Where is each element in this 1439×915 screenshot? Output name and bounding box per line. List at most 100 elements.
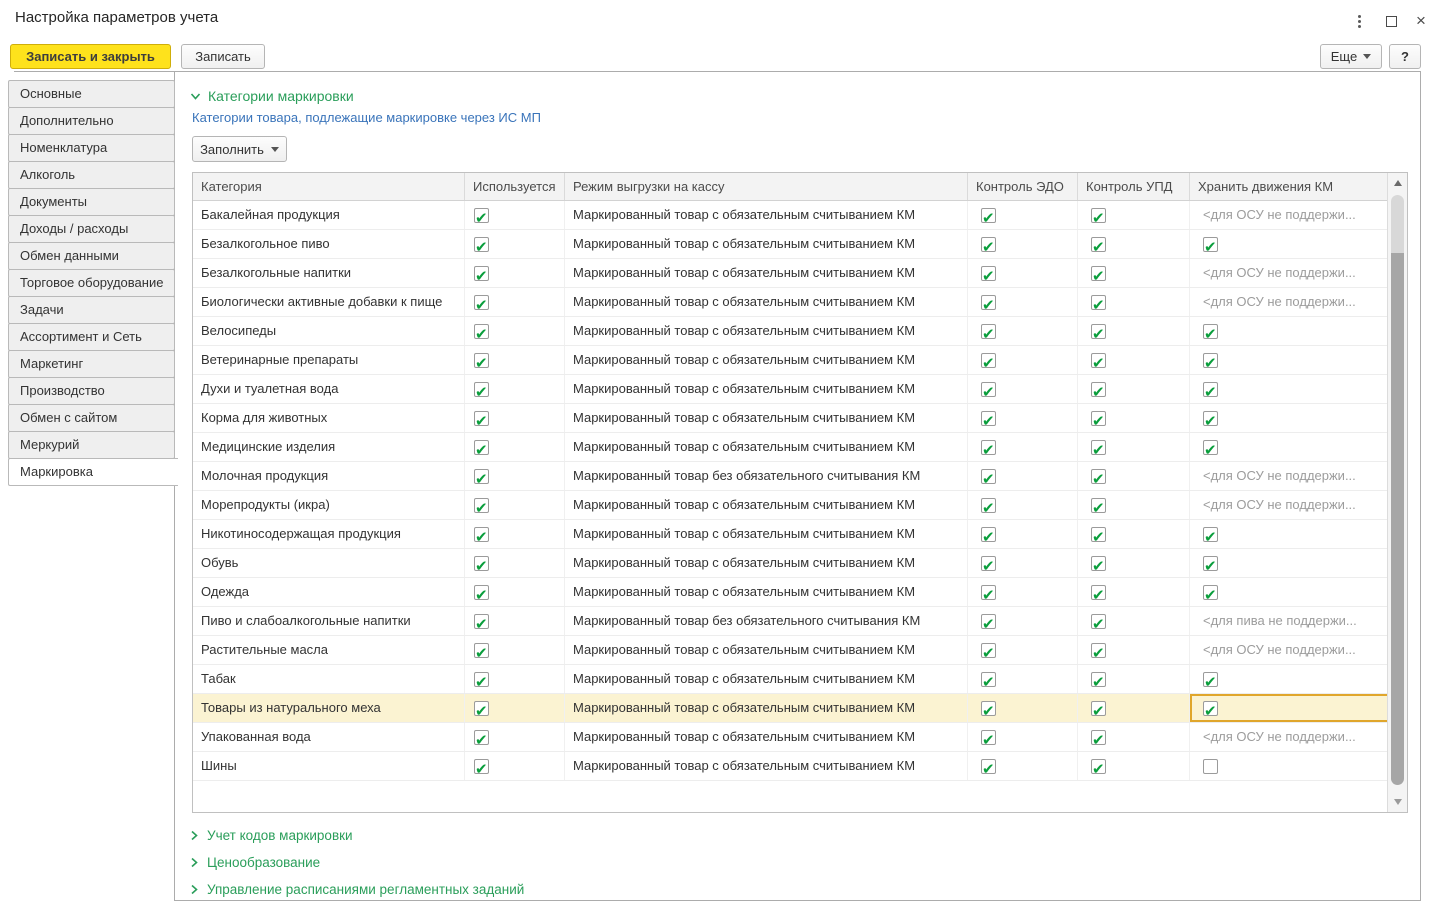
column-header-3[interactable]: Контроль ЭДО: [968, 173, 1078, 200]
cell-used[interactable]: [465, 288, 565, 316]
used-checkbox[interactable]: [474, 353, 489, 368]
cell-category[interactable]: Бакалейная продукция: [193, 201, 465, 229]
cell-upd-control[interactable]: [1078, 578, 1190, 606]
cell-store-km-movements[interactable]: <для ОСУ не поддержи...: [1190, 491, 1407, 519]
cell-used[interactable]: [465, 433, 565, 461]
cell-edo-control[interactable]: [968, 346, 1078, 374]
edo-checkbox[interactable]: [981, 440, 996, 455]
cell-upd-control[interactable]: [1078, 636, 1190, 664]
cell-upd-control[interactable]: [1078, 433, 1190, 461]
cell-upd-control[interactable]: [1078, 694, 1190, 722]
section-header-marking-categories[interactable]: Категории маркировки: [190, 88, 354, 104]
cell-cash-mode[interactable]: Маркированный товар с обязательным считы…: [565, 288, 968, 316]
cell-store-km-movements[interactable]: <для ОСУ не поддержи...: [1190, 462, 1407, 490]
cell-used[interactable]: [465, 723, 565, 751]
cell-store-km-movements[interactable]: <для ОСУ не поддержи...: [1190, 288, 1407, 316]
cell-upd-control[interactable]: [1078, 230, 1190, 258]
cell-category[interactable]: Медицинские изделия: [193, 433, 465, 461]
cell-category[interactable]: Обувь: [193, 549, 465, 577]
section-header-schedules[interactable]: Управление расписаниями регламентных зад…: [190, 876, 524, 902]
cell-upd-control[interactable]: [1078, 317, 1190, 345]
vertical-scrollbar[interactable]: [1387, 173, 1407, 812]
section-header-pricing[interactable]: Ценообразование: [190, 849, 320, 875]
column-header-1[interactable]: Используется: [465, 173, 565, 200]
used-checkbox[interactable]: [474, 672, 489, 687]
scroll-down-icon[interactable]: [1388, 795, 1407, 809]
cell-upd-control[interactable]: [1078, 607, 1190, 635]
cell-category[interactable]: Одежда: [193, 578, 465, 606]
used-checkbox[interactable]: [474, 701, 489, 716]
used-checkbox[interactable]: [474, 208, 489, 223]
cell-used[interactable]: [465, 549, 565, 577]
cell-store-km-movements[interactable]: [1190, 520, 1407, 548]
cell-used[interactable]: [465, 578, 565, 606]
cell-edo-control[interactable]: [968, 549, 1078, 577]
used-checkbox[interactable]: [474, 527, 489, 542]
column-header-5[interactable]: Хранить движения КМ: [1190, 173, 1407, 200]
cell-used[interactable]: [465, 752, 565, 780]
km-checkbox[interactable]: [1203, 759, 1218, 774]
upd-checkbox[interactable]: [1091, 237, 1106, 252]
cell-category[interactable]: Шины: [193, 752, 465, 780]
cell-category[interactable]: Табак: [193, 665, 465, 693]
upd-checkbox[interactable]: [1091, 382, 1106, 397]
edo-checkbox[interactable]: [981, 730, 996, 745]
cell-cash-mode[interactable]: Маркированный товар с обязательным считы…: [565, 723, 968, 751]
edo-checkbox[interactable]: [981, 498, 996, 513]
cell-category[interactable]: Духи и туалетная вода: [193, 375, 465, 403]
sidebar-tab-14[interactable]: Маркировка: [8, 458, 178, 486]
used-checkbox[interactable]: [474, 556, 489, 571]
cell-edo-control[interactable]: [968, 694, 1078, 722]
sidebar-tab-0[interactable]: Основные: [8, 80, 175, 108]
cell-used[interactable]: [465, 346, 565, 374]
scrollbar-thumb[interactable]: [1391, 253, 1404, 785]
cell-used[interactable]: [465, 259, 565, 287]
edo-checkbox[interactable]: [981, 324, 996, 339]
cell-store-km-movements[interactable]: [1190, 230, 1407, 258]
cell-cash-mode[interactable]: Маркированный товар с обязательным считы…: [565, 520, 968, 548]
km-checkbox[interactable]: [1203, 556, 1218, 571]
edo-checkbox[interactable]: [981, 411, 996, 426]
cell-upd-control[interactable]: [1078, 404, 1190, 432]
cell-upd-control[interactable]: [1078, 723, 1190, 751]
cell-used[interactable]: [465, 375, 565, 403]
cell-category[interactable]: Безалкогольные напитки: [193, 259, 465, 287]
column-header-2[interactable]: Режим выгрузки на кассу: [565, 173, 968, 200]
used-checkbox[interactable]: [474, 759, 489, 774]
cell-store-km-movements[interactable]: [1190, 404, 1407, 432]
sidebar-tab-10[interactable]: Маркетинг: [8, 350, 175, 378]
cell-category[interactable]: Товары из натурального меха: [193, 694, 465, 722]
help-button[interactable]: ?: [1389, 44, 1421, 69]
edo-checkbox[interactable]: [981, 353, 996, 368]
km-checkbox[interactable]: [1203, 237, 1218, 252]
used-checkbox[interactable]: [474, 324, 489, 339]
more-button[interactable]: Еще: [1320, 44, 1382, 69]
sidebar-tab-4[interactable]: Документы: [8, 188, 175, 216]
upd-checkbox[interactable]: [1091, 440, 1106, 455]
fill-button[interactable]: Заполнить: [192, 136, 287, 162]
used-checkbox[interactable]: [474, 266, 489, 281]
edo-checkbox[interactable]: [981, 469, 996, 484]
upd-checkbox[interactable]: [1091, 498, 1106, 513]
cell-cash-mode[interactable]: Маркированный товар с обязательным считы…: [565, 665, 968, 693]
cell-upd-control[interactable]: [1078, 346, 1190, 374]
cell-edo-control[interactable]: [968, 752, 1078, 780]
cell-cash-mode[interactable]: Маркированный товар с обязательным считы…: [565, 259, 968, 287]
cell-edo-control[interactable]: [968, 404, 1078, 432]
used-checkbox[interactable]: [474, 440, 489, 455]
cell-cash-mode[interactable]: Маркированный товар без обязательного сч…: [565, 462, 968, 490]
section-header-km-accounting[interactable]: Учет кодов маркировки: [190, 822, 353, 848]
sidebar-tab-3[interactable]: Алкоголь: [8, 161, 175, 189]
edo-checkbox[interactable]: [981, 295, 996, 310]
km-checkbox[interactable]: [1203, 440, 1218, 455]
cell-used[interactable]: [465, 317, 565, 345]
edo-checkbox[interactable]: [981, 527, 996, 542]
upd-checkbox[interactable]: [1091, 556, 1106, 571]
used-checkbox[interactable]: [474, 585, 489, 600]
cell-edo-control[interactable]: [968, 433, 1078, 461]
cell-category[interactable]: Пиво и слабоалкогольные напитки: [193, 607, 465, 635]
cell-store-km-movements[interactable]: [1190, 694, 1407, 722]
cell-store-km-movements[interactable]: [1190, 578, 1407, 606]
cell-used[interactable]: [465, 607, 565, 635]
cell-edo-control[interactable]: [968, 288, 1078, 316]
